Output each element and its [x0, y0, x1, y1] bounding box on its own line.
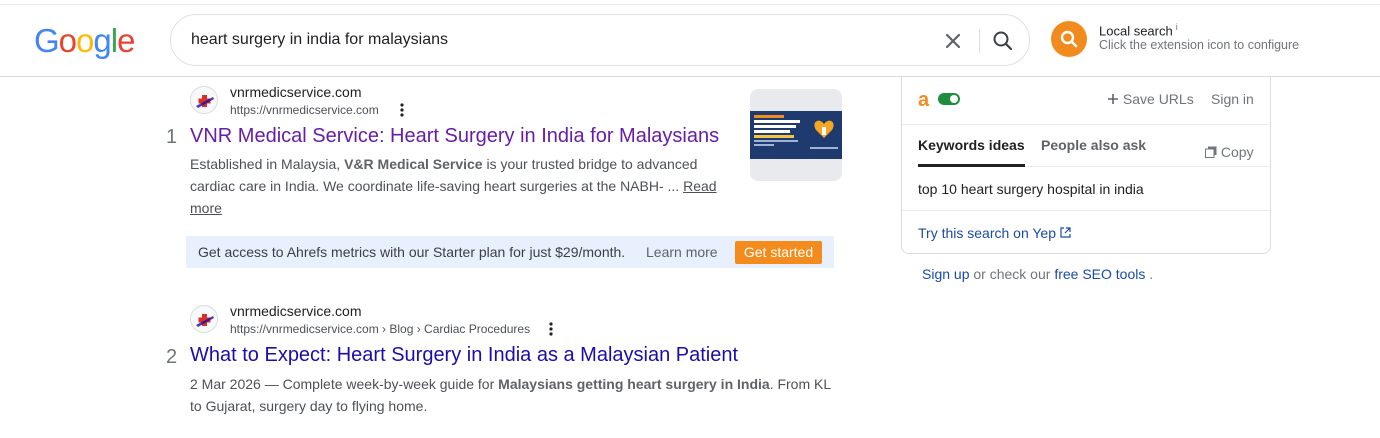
plus-icon [1108, 94, 1118, 104]
extension-title-text: Local search [1099, 23, 1173, 39]
extension-toggle[interactable] [938, 93, 960, 105]
search-button[interactable] [989, 27, 1017, 55]
result-snippet: Established in Malaysia, V&R Medical Ser… [190, 153, 730, 219]
tab-people-also-ask[interactable]: People also ask [1041, 137, 1146, 153]
read-more-link[interactable]: more [190, 200, 222, 216]
site-url[interactable]: https://vnrmedicservice.com › Blog › Car… [230, 322, 530, 336]
site-name[interactable]: vnrmedicservice.com [230, 84, 361, 100]
search-icon [1060, 30, 1078, 48]
result-title-link[interactable]: VNR Medical Service: Heart Surgery in In… [190, 125, 719, 148]
airplane-cross-icon [196, 314, 214, 327]
copy-button[interactable]: Copy [1205, 144, 1254, 160]
result-thumbnail[interactable] [750, 89, 842, 181]
google-logo[interactable]: Google [34, 22, 135, 60]
airplane-cross-icon [196, 95, 214, 108]
more-options-button[interactable] [543, 321, 559, 337]
keyword-idea-item[interactable]: top 10 heart surgery hospital in india [918, 181, 1144, 197]
result-snippet: 2 Mar 2026 — Complete week-by-week guide… [190, 373, 850, 417]
snippet-text: to Gujarat, surgery day to flying home. [190, 398, 428, 414]
toggle-knob [950, 95, 958, 103]
panel-divider [902, 124, 1270, 125]
snippet-text: cardiac care in India. We coordinate lif… [190, 178, 684, 194]
panel-divider [902, 210, 1270, 211]
logo-letter: o [58, 22, 77, 59]
extension-title: Local search i [1099, 22, 1178, 38]
extension-subtitle: Click the extension icon to configure [1099, 38, 1300, 52]
snippet-text: is your trusted bridge to advanced [482, 156, 698, 172]
signup-line: Sign up or check our free SEO tools . [922, 266, 1153, 282]
result-rank: 2 [166, 346, 178, 368]
site-favicon [190, 86, 218, 114]
search-result-1: vnrmedicservice.com https://vnrmedicserv… [166, 82, 846, 222]
logo-letter: o [76, 22, 94, 59]
save-urls-label: Save URLs [1122, 91, 1194, 107]
more-vertical-icon [400, 103, 404, 117]
ahrefs-side-panel: a Save URLs Sign in Keywords ideas Peopl… [901, 77, 1271, 254]
result-rank: 1 [166, 126, 178, 148]
signup-text: . [1145, 266, 1154, 282]
copy-label: Copy [1220, 144, 1254, 160]
active-tab-indicator [918, 164, 1025, 167]
external-link-icon [1060, 227, 1071, 238]
more-vertical-icon [549, 322, 553, 336]
ahrefs-logo[interactable]: a [918, 89, 929, 112]
search-icon [993, 31, 1013, 51]
search-result-2: vnrmedicservice.com https://vnrmedicserv… [166, 301, 846, 421]
snippet-text: Established in Malaysia, [190, 156, 345, 172]
thumbnail-image [750, 111, 842, 159]
get-started-button[interactable]: Get started [735, 241, 822, 264]
snippet-text: . From KL [769, 376, 832, 392]
more-options-button[interactable] [394, 102, 410, 118]
logo-letter: G [34, 22, 60, 59]
ahrefs-promo-bar: Get access to Ahrefs metrics with our St… [186, 236, 834, 268]
info-icon[interactable]: i [1176, 22, 1178, 32]
promo-message: Get access to Ahrefs metrics with our St… [198, 244, 626, 260]
close-icon [945, 33, 961, 49]
try-yep-label: Try this search on Yep [918, 225, 1057, 241]
search-input[interactable] [191, 27, 931, 53]
site-name[interactable]: vnrmedicservice.com [230, 303, 361, 319]
snippet-bold: V&R Medical Service [344, 156, 483, 172]
header-bar: Google Local searchi Click the extension… [0, 5, 1380, 77]
local-search-extension-button[interactable] [1051, 21, 1087, 57]
search-box [170, 14, 1030, 66]
sign-in-link[interactable]: Sign in [1211, 91, 1254, 107]
copy-icon [1205, 146, 1217, 158]
sign-up-link[interactable]: Sign up [922, 266, 969, 282]
learn-more-link[interactable]: Learn more [646, 244, 718, 260]
read-more-link[interactable]: Read [683, 178, 716, 194]
free-seo-tools-link[interactable]: free SEO tools [1054, 266, 1145, 282]
result-title-link[interactable]: What to Expect: Heart Surgery in India a… [190, 344, 738, 367]
search-divider [979, 29, 980, 53]
logo-letter: g [93, 22, 111, 59]
snippet-text: 2 Mar 2026 — Complete week-by-week guide… [190, 376, 499, 392]
site-favicon [190, 305, 218, 333]
snippet-bold: Malaysians getting heart surgery in Indi… [498, 376, 770, 392]
logo-letter: e [117, 22, 135, 59]
clear-search-button[interactable] [939, 27, 967, 55]
try-yep-link[interactable]: Try this search on Yep [918, 225, 1071, 241]
tab-keywords-ideas[interactable]: Keywords ideas [918, 137, 1025, 153]
site-url[interactable]: https://vnrmedicservice.com [230, 103, 379, 117]
save-urls-button[interactable]: Save URLs [1107, 91, 1194, 107]
signup-text: or check our [969, 266, 1055, 282]
